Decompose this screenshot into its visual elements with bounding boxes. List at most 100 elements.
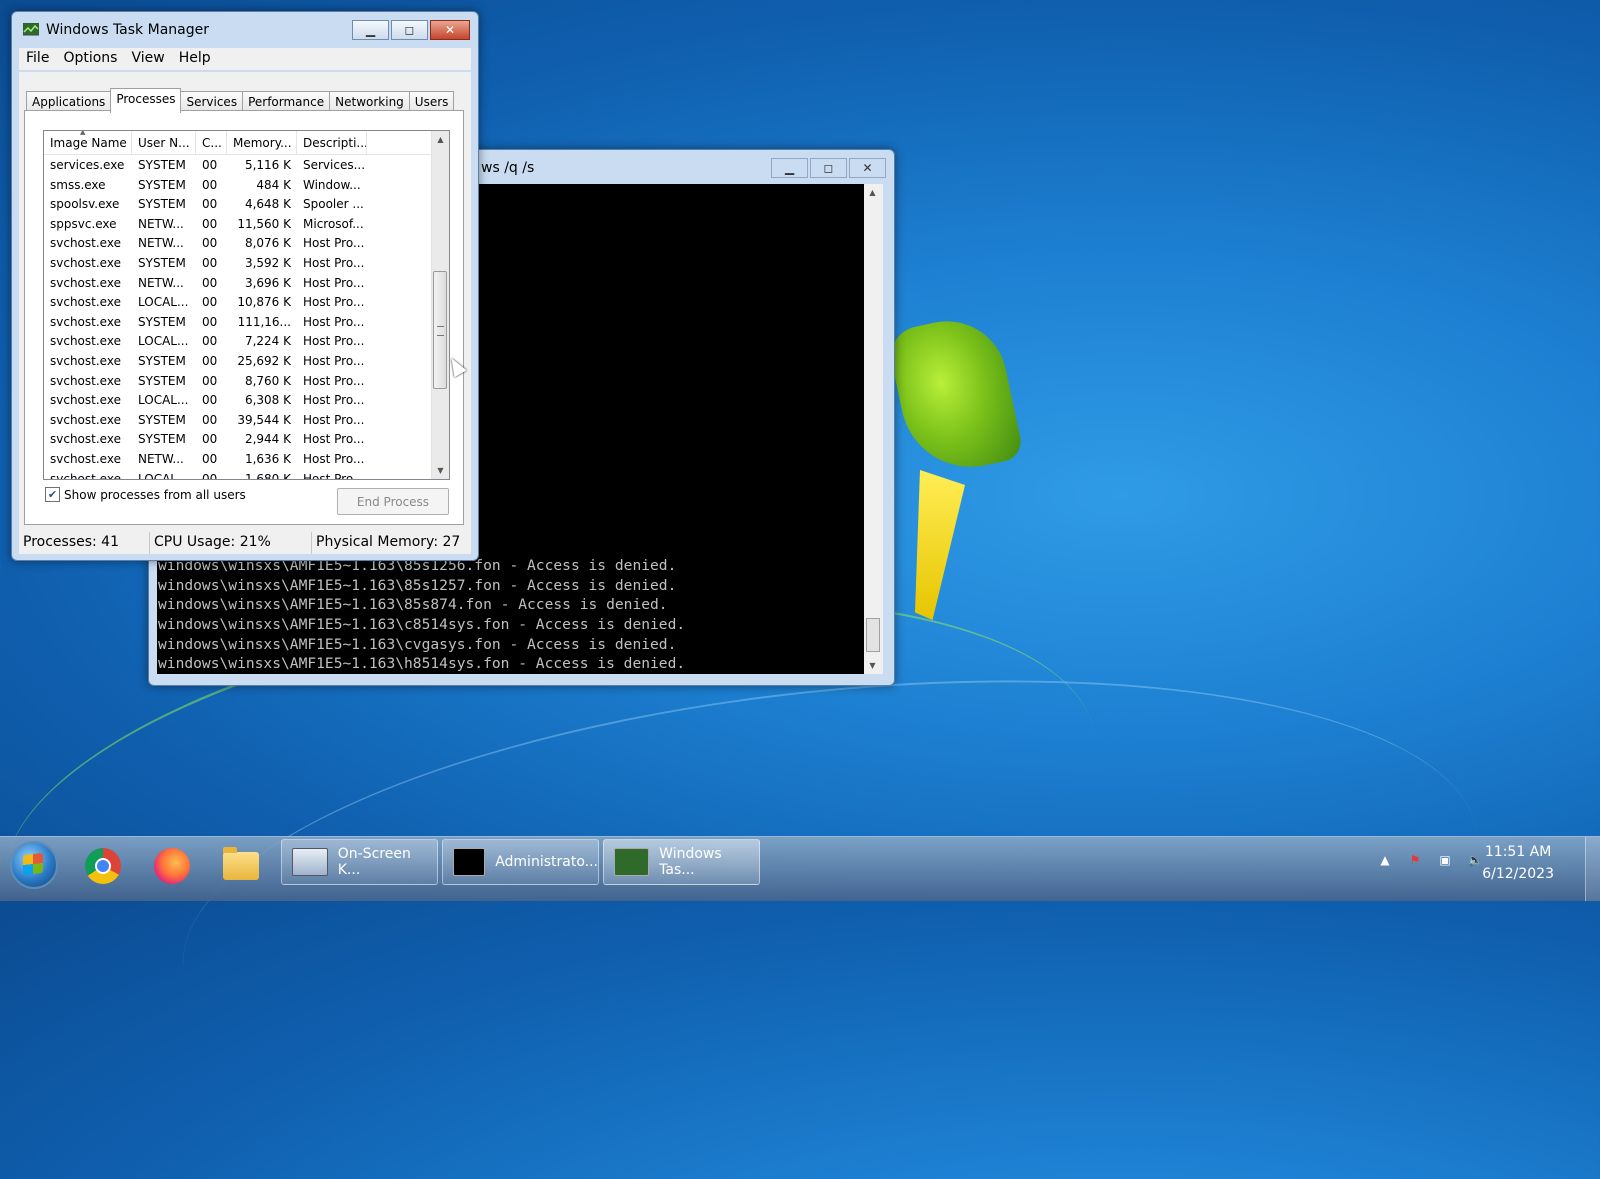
menu-options[interactable]: Options (56, 48, 124, 70)
show-all-users-label[interactable]: Show processes from all users (64, 488, 246, 502)
table-row[interactable]: sppsvc.exe NETW... 00 11,560 K Microsof... (44, 214, 449, 234)
wallpaper-logo-yellow (915, 470, 965, 620)
column-memory[interactable]: Memory... (227, 131, 297, 154)
end-process-button[interactable]: End Process (337, 488, 449, 515)
table-cell: 2,944 K (244, 432, 291, 447)
table-cell: 4,648 K (244, 197, 291, 212)
column-image-name[interactable]: ▲ Image Name (44, 131, 132, 154)
clock[interactable]: 11:51 AM 6/12/2023 (1482, 841, 1554, 885)
scroll-down-arrow-icon[interactable]: ▼ (432, 462, 449, 479)
firefox-taskbar-button[interactable] (145, 843, 199, 889)
scroll-up-arrow-icon[interactable]: ▲ (432, 131, 449, 148)
process-list-scrollbar[interactable]: ▲ ▼ (431, 131, 449, 479)
close-button[interactable]: ✕ (430, 20, 470, 40)
scroll-grip-icon (437, 326, 444, 336)
minimize-icon: ▁ (784, 161, 795, 175)
table-cell: 00 (202, 432, 218, 447)
table-row[interactable]: svchost.exe SYSTEM 00 39,544 K Host Pro... (44, 410, 449, 430)
show-desktop-button[interactable] (1585, 837, 1600, 901)
table-cell: LOCAL... (138, 393, 189, 408)
table-cell: svchost.exe (50, 314, 121, 329)
table-cell: 00 (202, 216, 218, 231)
table-row[interactable]: svchost.exe SYSTEM 00 111,16... Host Pro... (44, 312, 449, 332)
console-line: windows\winsxs\AMF1E5~1.163\c8514sys.fon… (158, 616, 686, 634)
table-cell: 111,16... (237, 314, 291, 329)
table-row[interactable]: smss.exe SYSTEM 00 484 K Window... (44, 175, 449, 195)
column-description[interactable]: Descripti... (297, 131, 367, 154)
taskbar-administrator-console[interactable]: Administrato... (442, 839, 599, 885)
table-cell: 00 (202, 255, 218, 270)
column-user-name[interactable]: User N... (132, 131, 196, 154)
table-cell: 00 (202, 295, 218, 310)
process-list[interactable]: ▲ Image Name User N... C... Memory... De… (43, 130, 450, 480)
table-cell: 3,696 K (244, 275, 291, 290)
table-cell: Host Pro... (303, 295, 365, 310)
table-cell: svchost.exe (50, 275, 121, 290)
process-list-header: ▲ Image Name User N... C... Memory... De… (44, 131, 449, 155)
taskbar-task-label: Administrato... (495, 854, 598, 870)
table-cell: 1,636 K (244, 451, 291, 466)
scroll-thumb[interactable] (433, 271, 447, 389)
column-cpu[interactable]: C... (196, 131, 227, 154)
chrome-icon (85, 848, 121, 884)
table-cell: 8,076 K (244, 236, 291, 251)
table-cell: 484 K (256, 177, 291, 192)
table-row[interactable]: spoolsv.exe SYSTEM 00 4,648 K Spooler ... (44, 194, 449, 214)
maximize-button[interactable]: ◻ (391, 20, 428, 40)
taskbar-task-manager[interactable]: Windows Tas... (603, 839, 760, 885)
console-scrollbar[interactable]: ▲ ▼ (864, 184, 883, 674)
menu-file[interactable]: File (19, 48, 56, 70)
system-tray: ▲ ⚑ ▣ 🔈 11:51 AM 6/12/2023 (1340, 837, 1600, 901)
show-all-users-option[interactable]: ✔ Show processes from all users (45, 487, 246, 502)
table-row[interactable]: services.exe SYSTEM 00 5,116 K Services... (44, 155, 449, 175)
table-row[interactable]: svchost.exe LOCAL... 00 7,224 K Host Pro... (44, 331, 449, 351)
task-manager-window[interactable]: Windows Task Manager ▁ ◻ ✕ File Options … (11, 11, 479, 561)
close-button[interactable]: ✕ (849, 158, 886, 178)
task-manager-icon (23, 23, 39, 36)
table-cell: Host Pro... (303, 255, 365, 270)
taskbar-on-screen-keyboard[interactable]: On-Screen K... (281, 839, 438, 885)
table-row[interactable]: svchost.exe LOCAL... 00 1,680 K Host Pro... (44, 469, 449, 480)
maximize-button[interactable]: ◻ (810, 158, 847, 178)
process-rows: services.exe SYSTEM 00 5,116 K Services... sm… (44, 155, 449, 480)
scroll-down-arrow-icon[interactable]: ▼ (864, 657, 881, 674)
start-button[interactable] (10, 841, 58, 889)
show-hidden-icons-icon[interactable]: ▲ (1376, 851, 1394, 869)
chrome-taskbar-button[interactable] (76, 843, 130, 889)
tab-processes[interactable]: Processes (110, 88, 182, 113)
table-row[interactable]: svchost.exe LOCAL... 00 6,308 K Host Pro... (44, 390, 449, 410)
table-row[interactable]: svchost.exe SYSTEM 00 2,944 K Host Pro... (44, 429, 449, 449)
task-manager-titlebar[interactable]: Windows Task Manager ▁ ◻ ✕ (12, 12, 478, 42)
status-memory: Physical Memory: 27% (316, 534, 460, 550)
table-row[interactable]: svchost.exe NETW... 00 1,636 K Host Pro... (44, 449, 449, 469)
table-row[interactable]: svchost.exe LOCAL... 00 10,876 K Host Pro... (44, 292, 449, 312)
menu-help[interactable]: Help (172, 48, 218, 70)
minimize-button[interactable]: ▁ (771, 158, 808, 178)
table-cell: Host Pro... (303, 314, 365, 329)
minimize-button[interactable]: ▁ (352, 20, 389, 40)
table-cell: Services... (303, 158, 366, 172)
table-cell: svchost.exe (50, 451, 121, 466)
table-row[interactable]: svchost.exe NETW... 00 3,696 K Host Pro... (44, 273, 449, 293)
table-cell: Host Pro... (303, 334, 365, 349)
table-row[interactable]: svchost.exe SYSTEM 00 8,760 K Host Pro... (44, 371, 449, 391)
menu-view[interactable]: View (124, 48, 171, 70)
table-row[interactable]: svchost.exe SYSTEM 00 3,592 K Host Pro... (44, 253, 449, 273)
table-cell: 00 (202, 373, 218, 388)
explorer-taskbar-button[interactable] (214, 843, 268, 889)
action-center-flag-icon[interactable]: ⚑ (1406, 851, 1424, 869)
table-cell: 00 (202, 197, 218, 212)
table-cell: Spooler ... (303, 197, 364, 212)
scroll-thumb[interactable] (866, 618, 880, 652)
close-icon: ✕ (862, 161, 873, 175)
table-cell: 8,760 K (244, 373, 291, 388)
console-title: ws /q /s (481, 160, 535, 176)
network-icon[interactable]: ▣ (1436, 851, 1454, 869)
console-line: windows\winsxs\AMF1E5~1.163\85s1257.fon … (158, 576, 677, 594)
wallpaper-swirl (161, 623, 1499, 1179)
table-row[interactable]: svchost.exe NETW... 00 8,076 K Host Pro... (44, 233, 449, 253)
table-cell: 39,544 K (237, 412, 291, 427)
show-all-users-checkbox[interactable]: ✔ (45, 487, 60, 502)
table-row[interactable]: svchost.exe SYSTEM 00 25,692 K Host Pro... (44, 351, 449, 371)
scroll-up-arrow-icon[interactable]: ▲ (864, 184, 881, 201)
